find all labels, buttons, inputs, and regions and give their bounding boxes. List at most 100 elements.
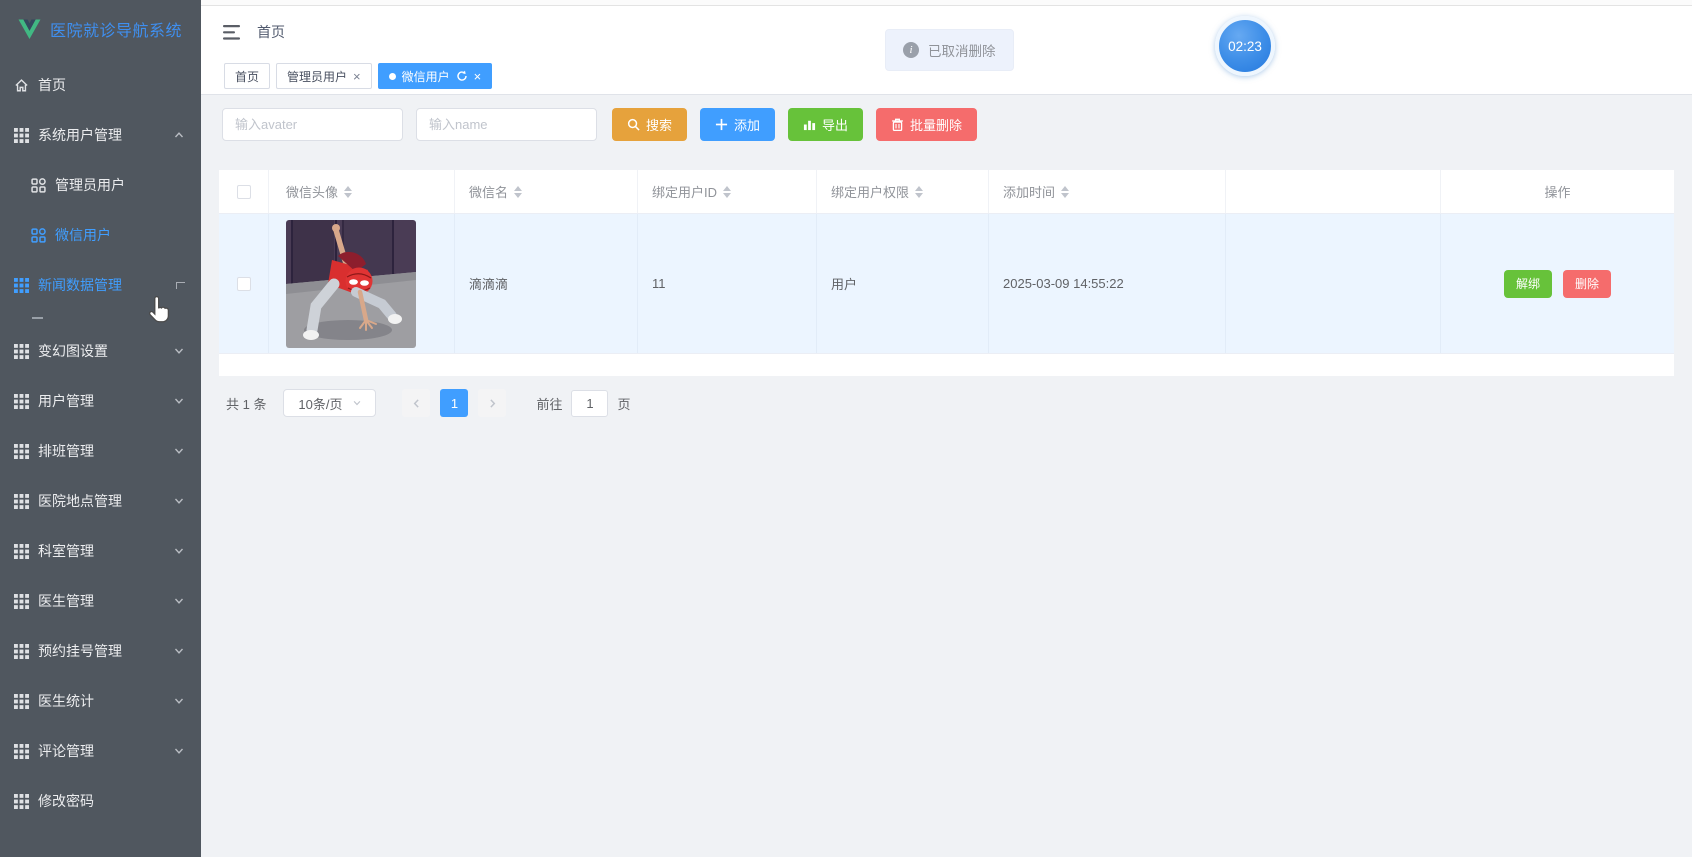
grid-icon [14,494,29,509]
sidebar-item-department-management[interactable]: 科室管理 [0,526,201,576]
sidebar-item-news-data[interactable]: 新闻数据管理 [0,260,201,310]
chevron-down-icon [173,345,185,357]
close-icon[interactable]: × [474,70,482,83]
house-icon [14,78,29,93]
tab-home[interactable]: 首页 [224,63,271,89]
export-button[interactable]: 导出 [788,108,864,141]
breadcrumb[interactable]: 首页 [257,22,285,42]
timer-value: 02:23 [1228,38,1262,54]
logo-v-icon [18,18,41,39]
info-icon: i [903,42,919,58]
sidebar-item-doctor-statistics[interactable]: 医生统计 [0,676,201,726]
sort-carets-icon[interactable] [723,185,732,198]
grid-icon [14,744,29,759]
cell-wechat-name: 滴滴滴 [469,277,509,292]
sidebar-item-carousel-settings[interactable]: 变幻图设置 [0,326,201,376]
subgrid-icon [31,228,46,243]
goto-page: 前往 页 [536,389,631,417]
goto-label: 前往 [536,396,563,412]
sidebar-item-schedule-management[interactable]: 排班管理 [0,426,201,476]
column-header-spacer [1226,170,1441,213]
grid-icon [14,694,29,709]
refresh-icon[interactable] [456,70,468,82]
column-header-bind-user-id[interactable]: 绑定用户ID [638,170,817,213]
column-header-add-time[interactable]: 添加时间 [989,170,1226,213]
column-header-bind-user-role[interactable]: 绑定用户权限 [817,170,989,213]
wechat-users-table: 微信头像 微信名 绑定用户ID 绑定用户权限 添加时间 操作 滴滴滴 11 用户… [219,170,1674,376]
sidebar-item-doctor-management[interactable]: 医生管理 [0,576,201,626]
subgrid-icon [31,178,46,193]
search-icon [627,118,640,131]
add-button[interactable]: 添加 [700,108,776,141]
table-header-row: 微信头像 微信名 绑定用户ID 绑定用户权限 添加时间 操作 [219,170,1674,214]
sidebar-item-comment-management[interactable]: 评论管理 [0,726,201,776]
batch-delete-button[interactable]: 批量删除 [876,108,978,141]
chevron-down-icon [173,645,185,657]
sidebar-item-user-management[interactable]: 用户管理 [0,376,201,426]
sidebar-item-admin-users[interactable]: 管理员用户 [0,160,201,210]
cell-bind-user-role: 用户 [831,277,858,292]
grid-icon [14,128,29,143]
select-all-checkbox[interactable] [236,184,251,199]
main-area: 首页 首页 管理员用户 × 微信用户 × 搜索 添加 [201,0,1692,857]
goto-page-input[interactable] [571,389,609,417]
chevron-down-icon [173,745,185,757]
recording-timer-badge[interactable]: 02:23 [1215,16,1275,76]
sort-carets-icon[interactable] [344,185,353,198]
sidebar-item-wechat-users[interactable]: 微信用户 [0,210,201,260]
sidebar-item-change-password[interactable]: 修改密码 [0,776,201,826]
sidebar-menu: 首页 系统用户管理 管理员用户 微信用户 新闻数据管理 变幻图设置 用户管理 排… [0,58,201,826]
search-button[interactable]: 搜索 [612,108,688,141]
sidebar-item-hospital-location[interactable]: 医院地点管理 [0,476,201,526]
sort-carets-icon[interactable] [1061,185,1070,198]
sidebar-item-system-users[interactable]: 系统用户管理 [0,110,201,160]
chevron-down-icon [173,545,185,557]
chevron-down-icon [173,445,185,457]
next-page-button[interactable] [478,389,507,417]
avatar-search-input[interactable] [222,108,403,141]
unbind-button[interactable]: 解绑 [1503,269,1552,298]
sort-carets-icon[interactable] [915,185,924,198]
avatar [286,219,416,348]
chevron-left-icon [411,398,422,409]
sidebar-item-appointment-management[interactable]: 预约挂号管理 [0,626,201,676]
close-icon[interactable]: × [353,70,361,83]
chevron-down-icon [173,395,185,407]
chevron-down-icon [173,495,185,507]
page-size-select[interactable]: 10条/页 [283,389,377,417]
name-search-input[interactable] [416,108,597,141]
column-header-avatar[interactable]: 微信头像 [269,170,455,213]
row-checkbox[interactable] [236,276,251,291]
sidebar: 医院就诊导航系统 首页 系统用户管理 管理员用户 微信用户 新闻数据管理 变幻图… [0,0,201,857]
grid-icon [14,794,29,809]
grid-icon [14,544,29,559]
pagination: 共 1 条 10条/页 1 前往 页 [226,389,1674,417]
tab-wechat-users[interactable]: 微信用户 × [377,63,493,89]
bar-chart-icon [803,118,816,131]
cell-add-time: 2025-03-09 14:55:22 [1003,276,1124,291]
page-number-button[interactable]: 1 [440,389,469,417]
goto-unit-label: 页 [617,396,631,412]
column-header-wechat-name[interactable]: 微信名 [455,170,638,213]
delete-button[interactable]: 删除 [1563,269,1612,298]
grid-icon [14,594,29,609]
toast-notification: i 已取消删除 [885,29,1014,71]
prev-page-button[interactable] [402,389,431,417]
tab-admin-users[interactable]: 管理员用户 × [276,63,372,89]
table-row[interactable]: 滴滴滴 11 用户 2025-03-09 14:55:22 解绑 删除 [219,214,1674,354]
grid-icon [14,394,29,409]
sidebar-item-home[interactable]: 首页 [0,60,201,110]
hamburger-icon[interactable] [223,25,240,40]
grid-icon [14,344,29,359]
column-header-actions: 操作 [1544,185,1571,200]
toast-message: 已取消删除 [928,44,996,59]
cell-spacer [1226,214,1441,353]
plus-icon [715,118,728,131]
chevron-up-icon [173,129,185,141]
sort-carets-icon[interactable] [514,185,523,198]
chevron-down-icon [352,398,362,408]
collapsing-submenu-remnant [0,310,201,326]
trash-icon [891,118,904,131]
wechat-avatar-image [286,219,416,348]
chevron-right-icon [487,398,498,409]
